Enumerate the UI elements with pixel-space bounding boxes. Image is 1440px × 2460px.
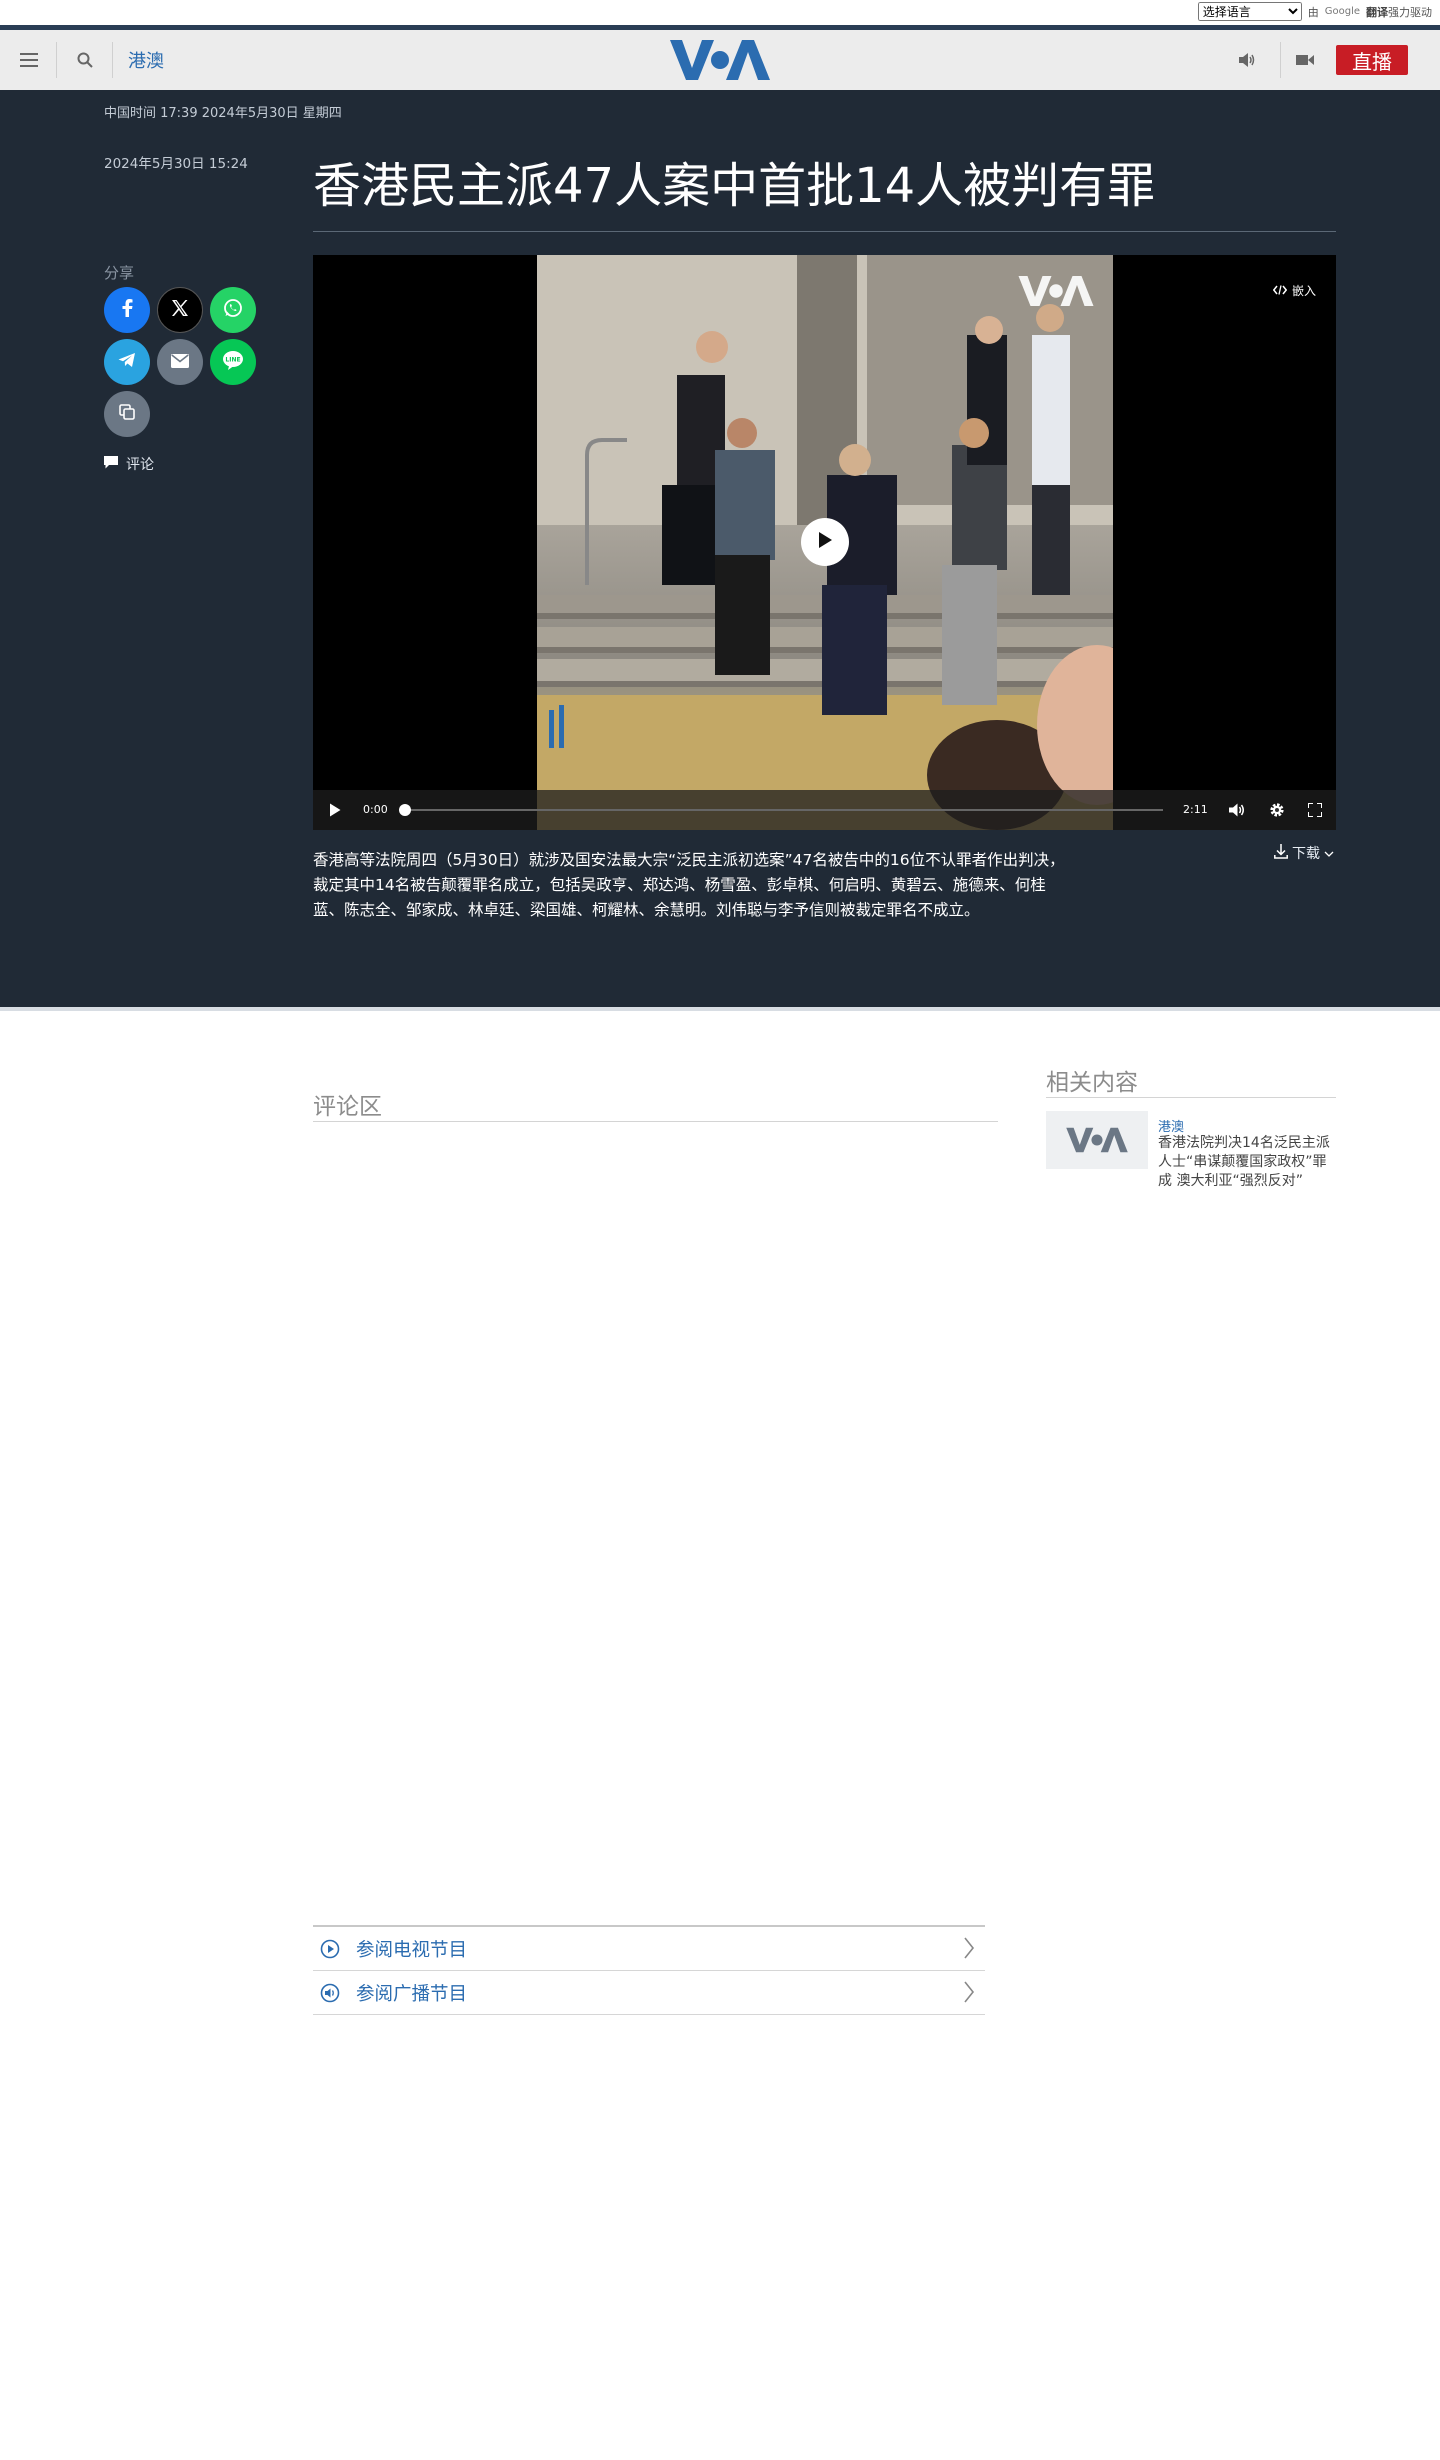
chevron-right-icon — [963, 1981, 975, 2007]
whatsapp-share-button[interactable] — [210, 287, 256, 333]
chevron-down-icon — [1324, 845, 1334, 861]
play-icon — [817, 531, 833, 553]
chevron-right-icon — [963, 1937, 975, 1963]
facebook-icon — [121, 299, 133, 321]
download-label: 下载 — [1292, 846, 1320, 862]
radio-programs-label: 参阅广播节目 — [356, 1983, 468, 2005]
copy-icon — [119, 404, 135, 424]
video-watermark — [1013, 273, 1099, 313]
email-share-button[interactable] — [157, 339, 203, 385]
section-link-hongkong-macau[interactable]: 港澳 — [128, 47, 164, 73]
related-item-category[interactable]: 港澳 — [1158, 1116, 1184, 1135]
live-button[interactable]: 直播 — [1336, 45, 1408, 75]
radio-programs-link[interactable]: 参阅广播节目 — [313, 1971, 985, 2015]
translate-bar: 选择语言 由 Google 翻译 强力驱动 — [0, 0, 1440, 25]
site-header: 港澳 直播 — [0, 25, 1440, 90]
related-item-title[interactable]: 香港法院判决14名泛民主派人士“串谋颠覆国家政权”罪成 澳大利亚“强烈反对” — [1158, 1134, 1340, 1191]
line-icon: LINE — [222, 350, 244, 374]
telegram-share-button[interactable] — [104, 339, 150, 385]
download-icon — [1274, 843, 1288, 863]
related-thumbnail[interactable] — [1046, 1111, 1148, 1169]
video-controls: 0:00 2:11 — [313, 790, 1336, 830]
tv-programs-label: 参阅电视节目 — [356, 1939, 468, 1961]
progress-track[interactable] — [403, 809, 1163, 811]
control-play-icon[interactable] — [323, 790, 347, 830]
audio-icon[interactable] — [1232, 30, 1262, 90]
progress-knob[interactable] — [399, 804, 411, 816]
language-select[interactable]: 选择语言 — [1197, 2, 1302, 21]
header-divider — [1280, 42, 1281, 78]
hero-bottom-border — [0, 1007, 1440, 1011]
play-circle-icon — [320, 1939, 346, 1959]
comments-link-label: 评论 — [126, 457, 154, 473]
email-icon — [171, 353, 189, 372]
volume-icon[interactable] — [1225, 790, 1249, 830]
line-share-button[interactable]: LINE — [210, 339, 256, 385]
copy-link-button[interactable] — [104, 391, 150, 437]
video-icon[interactable] — [1290, 30, 1320, 90]
speaker-circle-icon — [320, 1983, 346, 2003]
comments-heading: 评论区 — [313, 1094, 382, 1120]
title-divider — [313, 231, 1336, 232]
comments-link[interactable]: 评论 — [104, 454, 154, 474]
current-time: 0:00 — [363, 803, 388, 816]
article-title: 香港民主派47人案中首批14人被判有罪 — [313, 158, 1156, 214]
google-logo: Google — [1324, 6, 1360, 17]
publish-date: 2024年5月30日 15:24 — [104, 156, 248, 172]
tv-programs-link[interactable]: 参阅电视节目 — [313, 1927, 985, 1971]
download-button[interactable]: 下载 — [1274, 843, 1334, 863]
svg-text:LINE: LINE — [225, 357, 240, 364]
x-icon — [171, 299, 189, 321]
header-divider — [112, 42, 113, 78]
telegram-icon — [118, 352, 136, 372]
x-share-button[interactable] — [157, 287, 203, 333]
video-player[interactable]: 嵌入 0:00 2:11 — [313, 255, 1336, 830]
header-divider — [56, 42, 57, 78]
related-divider — [1046, 1097, 1336, 1098]
facebook-share-button[interactable] — [104, 287, 150, 333]
code-icon — [1272, 284, 1288, 298]
comment-icon — [104, 455, 118, 473]
search-icon[interactable] — [70, 30, 100, 90]
embed-button[interactable]: 嵌入 — [1272, 282, 1316, 299]
comments-divider — [313, 1121, 998, 1122]
duration: 2:11 — [1183, 803, 1208, 816]
google-translate-widget: 选择语言 由 Google 翻译 强力驱动 — [1197, 2, 1432, 21]
by-text: 由 — [1307, 5, 1319, 19]
video-caption: 香港高等法院周四（5月30日）就涉及国安法最大宗“泛民主派初选案”47名被告中的… — [313, 851, 1065, 919]
translate-text: 翻译 — [1366, 5, 1388, 19]
china-time: 中国时间 17:39 2024年5月30日 星期四 — [104, 106, 342, 121]
whatsapp-icon — [223, 298, 243, 322]
fullscreen-icon[interactable] — [1303, 790, 1327, 830]
powered-text: 强力驱动 — [1388, 5, 1432, 19]
related-heading: 相关内容 — [1046, 1070, 1138, 1096]
menu-icon[interactable] — [14, 30, 44, 90]
settings-gear-icon[interactable] — [1265, 790, 1289, 830]
play-button[interactable] — [801, 518, 849, 566]
embed-label: 嵌入 — [1291, 284, 1316, 298]
voa-logo[interactable] — [668, 36, 772, 84]
share-label: 分享 — [104, 264, 135, 282]
